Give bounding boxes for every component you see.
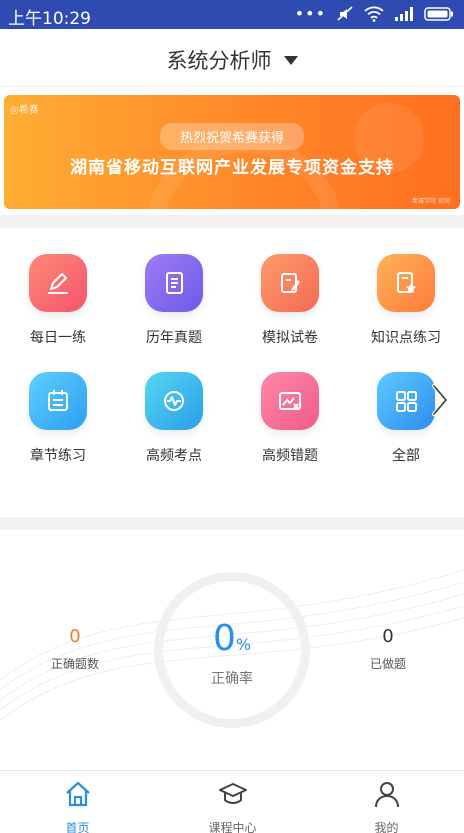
grid-item-label: 章节练习 (30, 448, 86, 464)
correct-count-value: 0 (69, 626, 81, 647)
bottom-nav: 首页 课程中心 我的 (0, 770, 464, 833)
header: 系统分析师 (0, 29, 464, 87)
grid-item-label: 高频错题 (262, 448, 318, 464)
banner-small-text: 希赛学院 官网 (412, 198, 450, 205)
mute-icon (336, 5, 354, 23)
signal-icon (394, 7, 414, 21)
accuracy-value: 0% (154, 618, 310, 659)
status-time: 上午10:29 (8, 9, 91, 29)
accuracy-unit: % (235, 635, 252, 654)
battery-icon (424, 7, 454, 21)
grid-item-label: 每日一练 (30, 330, 86, 346)
grid-item-label: 历年真题 (146, 330, 202, 346)
grid-item-daily-practice[interactable]: 每日一练 (0, 254, 116, 347)
grid-item-frequent-errors[interactable]: 高频错题 (232, 372, 348, 465)
star-document-icon (377, 254, 435, 312)
function-grid: 每日一练 历年真题 模拟试卷 知识点练习 章节练习 高频考点 高频错题 全部 (0, 228, 464, 517)
grid-item-label: 全部 (392, 448, 420, 464)
done-count-stat: 0 已做题 (338, 626, 438, 672)
grid-item-chapter-practice[interactable]: 章节练习 (0, 372, 116, 465)
nav-item-course-center[interactable]: 课程中心 (155, 777, 310, 833)
promo-banner[interactable]: ◎希赛 热烈祝贺希赛获得 湖南省移动互联网产业发展专项资金支持 希赛学院 官网 (4, 95, 460, 209)
stats-section: 0 正确题数 0% 正确率 0 已做题 (0, 530, 464, 770)
banner-section: ◎希赛 热烈祝贺希赛获得 湖南省移动互联网产业发展专项资金支持 希赛学院 官网 (0, 87, 464, 215)
nav-label: 课程中心 (208, 821, 257, 833)
status-bar: 上午10:29 ••• (0, 0, 464, 29)
graduation-cap-icon (155, 777, 310, 811)
nav-item-home[interactable]: 首页 (0, 777, 155, 833)
caret-down-icon (283, 55, 298, 65)
nav-label: 我的 (374, 821, 399, 833)
subject-selector[interactable]: 系统分析师 (0, 45, 464, 75)
banner-headline: 湖南省移动互联网产业发展专项资金支持 (70, 158, 394, 178)
banner-pill: 热烈祝贺希赛获得 (159, 123, 305, 150)
accuracy-label: 正确率 (211, 671, 253, 687)
grid-item-frequent-points[interactable]: 高频考点 (116, 372, 232, 465)
grid-item-knowledge-practice[interactable]: 知识点练习 (348, 254, 464, 347)
pulse-icon (145, 372, 203, 430)
chevron-right-icon[interactable] (426, 380, 454, 420)
calendar-list-icon (29, 372, 87, 430)
correct-count-label: 正确题数 (50, 657, 99, 671)
grid-item-past-exams[interactable]: 历年真题 (116, 254, 232, 347)
done-count-value: 0 (382, 626, 394, 647)
banner-logo: ◎希赛 (10, 105, 39, 116)
grid-item-label: 模拟试卷 (262, 330, 318, 346)
chart-error-icon (261, 372, 319, 430)
pencil-icon (29, 254, 87, 312)
document-icon (145, 254, 203, 312)
grid-item-mock-exam[interactable]: 模拟试卷 (232, 254, 348, 347)
user-icon (309, 777, 464, 811)
accuracy-number: 0 (212, 618, 236, 659)
edit-paper-icon (261, 254, 319, 312)
correct-count-stat: 0 正确题数 (25, 626, 125, 672)
home-icon (0, 777, 155, 811)
status-icons: ••• (295, 5, 454, 23)
grid-item-label: 高频考点 (146, 448, 202, 464)
page-title: 系统分析师 (166, 49, 272, 73)
nav-item-mine[interactable]: 我的 (309, 777, 464, 833)
nav-label: 首页 (65, 821, 90, 833)
grid-item-label: 知识点练习 (371, 330, 441, 346)
done-count-label: 已做题 (369, 657, 406, 671)
wifi-icon (364, 6, 384, 22)
more-dots-icon: ••• (294, 4, 326, 23)
